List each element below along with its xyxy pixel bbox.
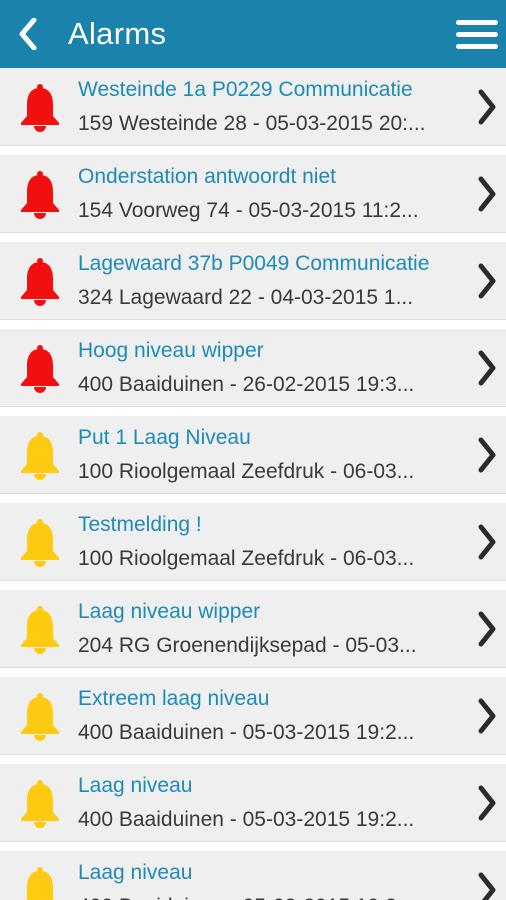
alarm-title: Onderstation antwoordt niet [78,165,336,188]
alarm-list-item[interactable]: Laag niveau 400 Baaiduinen - 05-03-2015 … [0,851,506,900]
bell-icon [18,518,62,568]
app-header: Alarms [0,0,506,68]
bell-icon [18,344,62,394]
page-title: Alarms [68,16,167,51]
alarm-subtitle: 204 RG Groenendijksepad - 05-03... [78,634,417,657]
alarm-subtitle: 400 Baaiduinen - 05-03-2015 19:2... [78,808,415,831]
bell-icon [18,83,62,133]
alarm-list-item[interactable]: Onderstation antwoordt niet 154 Voorweg … [0,155,506,233]
bell-icon [18,605,62,655]
alarm-subtitle: 100 Rioolgemaal Zeefdruk - 06-03... [78,547,415,570]
menu-button[interactable] [456,12,502,56]
chevron-right-icon [476,175,498,213]
back-button[interactable] [0,0,56,68]
alarm-subtitle: 400 Baaiduinen - 05-03-2015 19:2... [78,895,468,900]
alarm-title: Lagewaard 37b P0049 Communicatie [78,252,430,275]
bell-icon [18,257,62,307]
alarm-title: Westeinde 1a P0229 Communicatie [78,78,413,101]
chevron-right-icon [476,262,498,300]
chevron-right-icon [476,610,498,648]
alarm-list: Westeinde 1a P0229 Communicatie 159 West… [0,68,506,900]
chevron-right-icon [476,871,498,900]
alarm-list-item[interactable]: Testmelding ! 100 Rioolgemaal Zeefdruk -… [0,503,506,581]
bell-icon [18,779,62,829]
alarm-title: Laag niveau [78,774,193,797]
alarm-title: Hoog niveau wipper [78,339,264,362]
alarm-title: Laag niveau wipper [78,600,261,623]
alarm-list-item[interactable]: Laag niveau 400 Baaiduinen - 05-03-2015 … [0,764,506,842]
alarm-list-item[interactable]: Westeinde 1a P0229 Communicatie 159 West… [0,68,506,146]
alarm-title: Testmelding ! [78,513,202,536]
bell-icon [18,170,62,220]
chevron-right-icon [476,523,498,561]
bell-icon [18,431,62,481]
alarm-subtitle: 400 Baaiduinen - 26-02-2015 19:3... [78,373,415,396]
chevron-right-icon [476,349,498,387]
bell-icon [18,692,62,742]
alarm-subtitle: 400 Baaiduinen - 05-03-2015 19:2... [78,721,415,744]
alarm-subtitle: 159 Westeinde 28 - 05-03-2015 20:... [78,112,426,135]
chevron-left-icon [19,18,37,50]
alarm-list-item[interactable]: Extreem laag niveau 400 Baaiduinen - 05-… [0,677,506,755]
chevron-right-icon [476,88,498,126]
alarm-list-item[interactable]: Lagewaard 37b P0049 Communicatie 324 Lag… [0,242,506,320]
chevron-right-icon [476,784,498,822]
alarm-title: Extreem laag niveau [78,687,270,710]
alarm-subtitle: 100 Rioolgemaal Zeefdruk - 06-03... [78,460,415,483]
alarm-title: Put 1 Laag Niveau [78,426,251,449]
alarm-list-item[interactable]: Hoog niveau wipper 400 Baaiduinen - 26-0… [0,329,506,407]
alarm-list-item[interactable]: Put 1 Laag Niveau 100 Rioolgemaal Zeefdr… [0,416,506,494]
chevron-right-icon [476,697,498,735]
alarm-list-item[interactable]: Laag niveau wipper 204 RG Groenendijksep… [0,590,506,668]
alarm-title: Laag niveau [78,861,193,884]
chevron-right-icon [476,436,498,474]
alarm-subtitle: 324 Lagewaard 22 - 04-03-2015 1... [78,286,414,309]
hamburger-menu-icon [456,19,498,25]
bell-icon [18,866,62,900]
alarm-subtitle: 154 Voorweg 74 - 05-03-2015 11:2... [78,199,419,222]
